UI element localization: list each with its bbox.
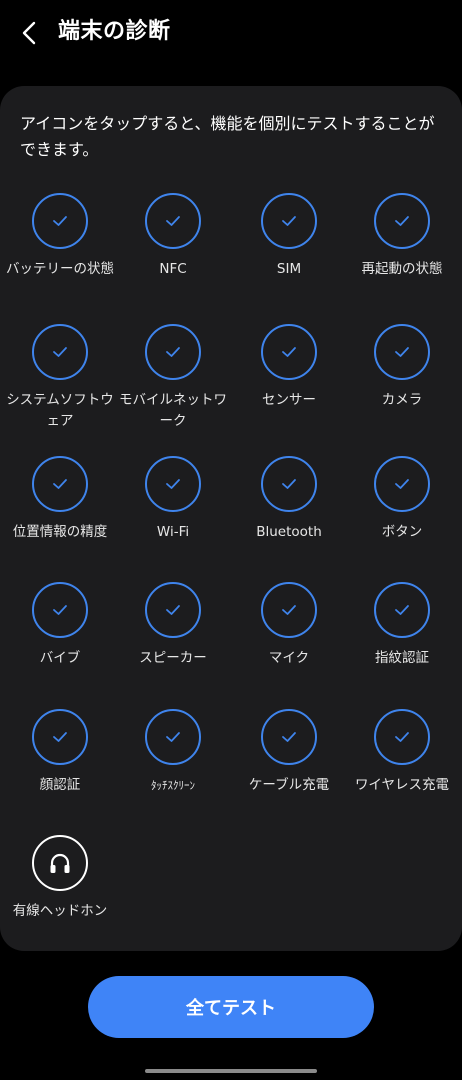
test-item-label: スピーカー xyxy=(139,650,207,666)
test-item-label: 再起動の状態 xyxy=(361,261,443,277)
test-item-label: カメラ xyxy=(381,392,423,408)
page-title: 端末の診断 xyxy=(58,19,171,44)
test-status-circle-passed xyxy=(374,324,430,380)
home-indicator xyxy=(145,1069,317,1073)
test-status-circle-passed xyxy=(145,193,201,249)
test-item-nfc[interactable]: NFC xyxy=(116,193,231,280)
check-icon xyxy=(166,347,180,357)
test-item-label: 指紋認証 xyxy=(375,650,429,666)
check-icon xyxy=(53,347,67,357)
test-item-wireless-charging[interactable]: ワイヤレス充電 xyxy=(345,709,460,796)
test-item-label: マイク xyxy=(268,650,310,666)
test-item-vibration[interactable]: バイブ xyxy=(3,582,118,669)
back-button[interactable] xyxy=(14,16,44,50)
headphones-icon xyxy=(50,853,70,873)
test-item-fingerprint[interactable]: 指紋認証 xyxy=(345,582,460,669)
test-item-label: バイブ xyxy=(39,650,81,666)
test-item-cable-charging[interactable]: ケーブル充電 xyxy=(232,709,347,796)
test-status-circle-passed xyxy=(374,456,430,512)
check-icon xyxy=(166,216,180,226)
check-icon xyxy=(395,347,409,357)
check-icon xyxy=(53,605,67,615)
test-item-battery[interactable]: バッテリーの状態 xyxy=(3,193,118,280)
test-item-label: システムソフトウェア xyxy=(6,392,114,429)
test-item-label: Bluetooth xyxy=(256,524,322,540)
test-status-circle-passed xyxy=(145,324,201,380)
check-icon xyxy=(395,732,409,742)
check-icon xyxy=(166,605,180,615)
test-item-label: 位置情報の精度 xyxy=(12,524,108,540)
test-status-circle-passed xyxy=(32,324,88,380)
check-icon xyxy=(395,479,409,489)
test-item-buttons[interactable]: ボタン xyxy=(345,456,460,543)
check-icon xyxy=(53,732,67,742)
check-icon xyxy=(282,479,296,489)
test-item-label: NFC xyxy=(159,261,187,277)
check-icon xyxy=(282,732,296,742)
intro-text: アイコンをタップすると、機能を個別にテストすることができます。 xyxy=(20,114,435,159)
test-item-speaker[interactable]: スピーカー xyxy=(116,582,231,669)
test-item-wifi[interactable]: Wi-Fi xyxy=(116,456,231,543)
test-item-label: 有線ヘッドホン xyxy=(12,903,108,919)
test-status-circle-passed xyxy=(261,324,317,380)
test-item-label: ワイヤレス充電 xyxy=(354,777,450,793)
test-status-circle-passed xyxy=(32,456,88,512)
check-icon xyxy=(395,605,409,615)
test-status-circle xyxy=(32,835,88,891)
test-status-circle-passed xyxy=(374,582,430,638)
test-status-circle-passed xyxy=(261,456,317,512)
test-item-label: ﾀｯﾁｽｸﾘｰﾝ xyxy=(151,779,195,792)
test-status-circle-passed xyxy=(261,709,317,765)
test-item-label: SIM xyxy=(276,261,302,277)
test-item-face-recognition[interactable]: 顔認証 xyxy=(3,709,118,796)
test-item-sim[interactable]: SIM xyxy=(232,193,347,280)
test-status-circle-passed xyxy=(32,582,88,638)
test-item-touchscreen[interactable]: ﾀｯﾁｽｸﾘｰﾝ xyxy=(116,709,231,796)
test-item-system-software[interactable]: システムソフトウェア xyxy=(3,324,118,432)
test-item-label: ボタン xyxy=(381,524,423,540)
test-status-circle-passed xyxy=(261,582,317,638)
test-item-restart[interactable]: 再起動の状態 xyxy=(345,193,460,280)
check-icon xyxy=(166,732,180,742)
test-status-circle-passed xyxy=(145,456,201,512)
test-status-circle-passed xyxy=(374,709,430,765)
check-icon xyxy=(53,216,67,226)
test-item-label: バッテリーの状態 xyxy=(6,261,114,277)
app-header: 端末の診断 xyxy=(0,0,462,66)
test-item-mobile-network[interactable]: モバイルネットワーク xyxy=(116,324,231,432)
test-status-circle-passed xyxy=(145,709,201,765)
test-item-label: モバイルネットワーク xyxy=(119,392,227,429)
test-item-camera[interactable]: カメラ xyxy=(345,324,460,411)
test-item-sensor[interactable]: センサー xyxy=(232,324,347,411)
test-item-label: 顔認証 xyxy=(39,777,81,793)
check-icon xyxy=(282,605,296,615)
check-icon xyxy=(166,479,180,489)
chevron-left-icon xyxy=(22,21,36,45)
test-item-wired-headphones[interactable]: 有線ヘッドホン xyxy=(3,835,118,922)
test-status-circle-passed xyxy=(32,709,88,765)
check-icon xyxy=(395,216,409,226)
test-status-circle-passed xyxy=(145,582,201,638)
check-icon xyxy=(282,347,296,357)
test-item-label: Wi-Fi xyxy=(156,524,190,540)
test-item-location-accuracy[interactable]: 位置情報の精度 xyxy=(3,456,118,543)
test-item-label: センサー xyxy=(262,392,316,408)
test-all-button[interactable]: 全てテスト xyxy=(88,976,374,1038)
test-status-circle-passed xyxy=(32,193,88,249)
test-item-bluetooth[interactable]: Bluetooth xyxy=(232,456,347,543)
test-item-mic[interactable]: マイク xyxy=(232,582,347,669)
test-status-circle-passed xyxy=(261,193,317,249)
test-status-circle-passed xyxy=(374,193,430,249)
test-item-label: ケーブル充電 xyxy=(248,777,330,793)
check-icon xyxy=(282,216,296,226)
check-icon xyxy=(53,479,67,489)
